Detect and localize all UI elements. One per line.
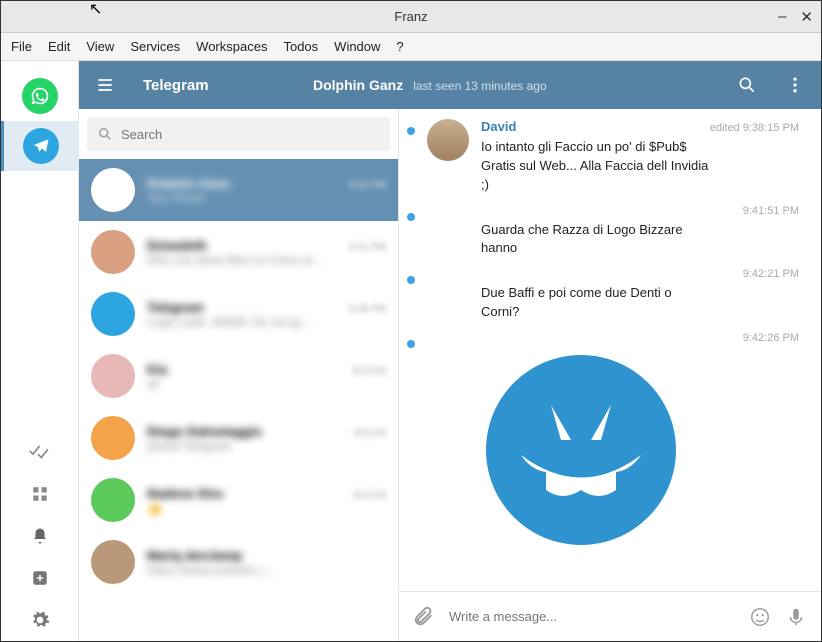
- chat-name: Mariq denJamp: [147, 548, 242, 563]
- chat-name: Dziwaleth: [147, 238, 207, 253]
- avatar: [91, 478, 135, 522]
- chat-name: Diego Dalnotaggio: [147, 424, 262, 439]
- menu-services[interactable]: Services: [130, 39, 180, 54]
- message-time: edited 9:38:15 PM: [710, 122, 799, 134]
- close-button[interactable]: ✕: [800, 8, 813, 26]
- chat-item[interactable]: Dziwaleth 9:41 PM Mira che disse Bisu la …: [79, 221, 398, 283]
- chat-item[interactable]: Telegram 6:28 PM Login code: 40438. Do no…: [79, 283, 398, 345]
- unread-dot-icon: [407, 213, 415, 221]
- chat-time: 3/12/19: [353, 490, 386, 501]
- unread-dot-icon: [407, 340, 415, 348]
- avatar: [91, 168, 135, 212]
- voice-icon[interactable]: [785, 606, 807, 628]
- message-text: Due Baffi e poi come due Denti o Corni?: [481, 284, 711, 322]
- chat-peer-info[interactable]: Dolphin Ganz last seen 13 minutes ago: [283, 77, 737, 93]
- search-box[interactable]: [87, 117, 390, 151]
- more-icon[interactable]: [785, 75, 805, 95]
- message-input[interactable]: [449, 609, 735, 624]
- add-service-icon[interactable]: [1, 557, 79, 599]
- chat-time: 4/11/19: [353, 428, 386, 439]
- peer-name: Dolphin Ganz: [313, 77, 403, 93]
- chat-item[interactable]: Kia 5/12/19 ok: [79, 345, 398, 407]
- peer-status: last seen 13 minutes ago: [413, 79, 546, 93]
- message-time: 9:42:21 PM: [743, 268, 799, 280]
- franz-sidebar: [1, 61, 79, 641]
- cursor-icon: ↖: [89, 0, 102, 19]
- chat-preview: joined Telegram: [147, 439, 386, 453]
- menu-view[interactable]: View: [86, 39, 114, 54]
- avatar: [91, 354, 135, 398]
- composer: [399, 591, 821, 641]
- avatar: [91, 230, 135, 274]
- chat-time: 9:41 PM: [349, 242, 386, 253]
- workspaces-icon[interactable]: [1, 473, 79, 515]
- chat-preview: Mira che disse Bisu la Crima st...: [147, 253, 386, 267]
- chat-time: 9:42 PM: [349, 180, 386, 191]
- chat-item[interactable]: Dolphin Ganz 9:42 PM You: Photo: [79, 159, 398, 221]
- settings-icon[interactable]: [1, 599, 79, 641]
- message-row: 9:42:26 PM: [407, 332, 799, 550]
- message-text: Guarda che Razza di Logo Bizzare hanno: [481, 221, 711, 259]
- minimize-button[interactable]: –: [778, 8, 786, 26]
- menu-todos[interactable]: Todos: [283, 39, 318, 54]
- chat-time: 6:28 PM: [349, 304, 386, 315]
- chat-preview: Login code: 40438. Do not gi...: [147, 315, 386, 329]
- whatsapp-icon: [30, 86, 50, 106]
- message-row: David edited 9:38:15 PM Io intanto gli Fac…: [407, 119, 799, 195]
- menu-window[interactable]: Window: [334, 39, 380, 54]
- hamburger-icon[interactable]: [95, 75, 115, 95]
- chat-name: Nadene Dira: [147, 486, 223, 501]
- message-sender: David: [481, 119, 516, 134]
- conversation: David edited 9:38:15 PM Io intanto gli Fac…: [399, 109, 821, 641]
- message-row: 9:41:51 PM Guarda che Razza di Logo Bizza…: [407, 205, 799, 259]
- chat-preview: ok: [147, 377, 386, 391]
- chat-preview: 👍: [147, 501, 386, 515]
- message-row: 9:42:21 PM Due Baffi e poi come due Denti…: [407, 268, 799, 322]
- avatar: [91, 540, 135, 584]
- avatar: [91, 416, 135, 460]
- emoji-icon[interactable]: [749, 606, 771, 628]
- sticker-image: [481, 350, 681, 550]
- chat-name: Dolphin Ganz: [147, 176, 231, 191]
- attach-icon[interactable]: [413, 606, 435, 628]
- menu-help[interactable]: ?: [396, 39, 403, 54]
- chat-time: 5/12/19: [353, 366, 386, 377]
- notifications-icon[interactable]: [1, 515, 79, 557]
- chat-preview: You: Photo: [147, 191, 386, 205]
- chat-name: Kia: [147, 362, 167, 377]
- unread-dot-icon: [407, 276, 415, 284]
- chat-name: Telegram: [147, 300, 204, 315]
- avatar: [91, 292, 135, 336]
- chat-preview: https://www.youtube.c...: [147, 563, 386, 577]
- search-icon: [97, 126, 113, 142]
- menu-edit[interactable]: Edit: [48, 39, 70, 54]
- chat-item[interactable]: Nadene Dira 3/12/19 👍: [79, 469, 398, 531]
- search-input[interactable]: [121, 127, 380, 142]
- titlebar: ↖ Franz – ✕: [1, 1, 821, 33]
- menu-file[interactable]: File: [11, 39, 32, 54]
- unread-dot-icon: [407, 127, 415, 135]
- message-time: 9:42:26 PM: [743, 332, 799, 344]
- telegram-icon: [31, 136, 51, 156]
- read-all-icon[interactable]: [1, 431, 79, 473]
- chat-list: Dolphin Ganz 9:42 PM You: Photo Dziwaleth…: [79, 109, 399, 641]
- chat-item[interactable]: Mariq denJamp https://www.youtube.c...: [79, 531, 398, 593]
- window-title: Franz: [394, 9, 427, 24]
- telegram-brand: Telegram: [143, 77, 283, 94]
- message-time: 9:41:51 PM: [743, 205, 799, 217]
- message-text: Io intanto gli Faccio un po' di $Pub$ Gr…: [481, 138, 711, 195]
- avatar: [427, 119, 469, 161]
- menu-workspaces[interactable]: Workspaces: [196, 39, 267, 54]
- menubar: File Edit View Services Workspaces Todos…: [1, 33, 821, 61]
- service-whatsapp[interactable]: [1, 71, 79, 121]
- telegram-header: Telegram Dolphin Ganz last seen 13 minut…: [79, 61, 821, 109]
- chat-item[interactable]: Diego Dalnotaggio 4/11/19 joined Telegram: [79, 407, 398, 469]
- service-telegram[interactable]: [1, 121, 79, 171]
- search-icon[interactable]: [737, 75, 757, 95]
